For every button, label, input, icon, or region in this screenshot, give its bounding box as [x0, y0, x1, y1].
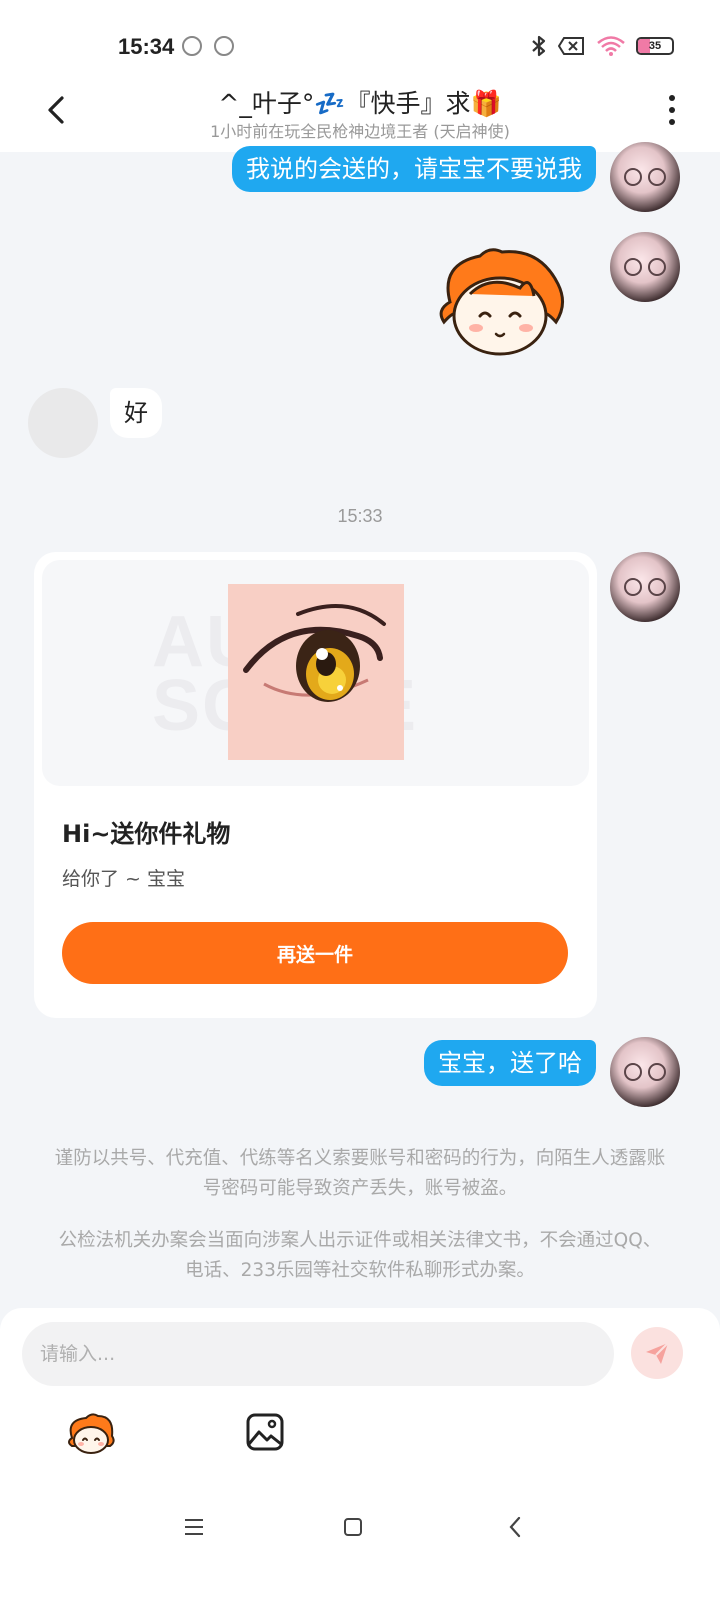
message-timestamp: 15:33: [337, 506, 383, 526]
my-avatar[interactable]: [610, 142, 680, 212]
chat-subtitle: 1小时前在玩全民枪神边境王者 (天启神使): [210, 122, 510, 141]
status-time: 15:34: [118, 34, 175, 59]
bluetooth-icon: [532, 35, 546, 57]
more-options-button[interactable]: [660, 90, 684, 130]
security-notice: 谨防以共号、代充值、代练等名义索要账号和密码的行为，向陌生人透露账号密码可能导致…: [54, 1148, 666, 1199]
message-bubble-received[interactable]: 好: [110, 388, 162, 438]
nav-back-icon[interactable]: [508, 1516, 522, 1538]
gift-image: [228, 584, 404, 760]
system-nav-bar: [0, 1500, 720, 1600]
home-icon[interactable]: [344, 1518, 362, 1536]
send-button[interactable]: [631, 1327, 683, 1379]
status-icons: 35: [530, 34, 674, 58]
send-another-gift-button[interactable]: 再送一件: [62, 922, 568, 984]
gift-card[interactable]: AUDR SCORE Hi~送你件礼物 给你了 ~ 宝宝 再送一件: [34, 552, 597, 1018]
contact-avatar[interactable]: [28, 388, 98, 458]
image-icon[interactable]: [245, 1412, 285, 1452]
notification-icon: [182, 36, 202, 56]
chat-header: ^_叶子°💤『快手』求🎁 1小时前在玩全民枪神边境王者 (天启神使): [0, 80, 720, 152]
my-avatar[interactable]: [610, 1037, 680, 1107]
gift-description: 给你了 ~ 宝宝: [62, 868, 185, 890]
message-input[interactable]: [22, 1322, 614, 1386]
wifi-icon: [597, 36, 625, 56]
security-notice: 公检法机关办案会当面向涉案人出示证件或相关法律文书，不会通过QQ、电话、233乐…: [58, 1230, 662, 1281]
chat-title: ^_叶子°💤『快手』求🎁: [218, 89, 502, 118]
sticker-icon[interactable]: [64, 1412, 116, 1456]
notification-icon: [214, 36, 234, 56]
send-icon: [646, 1342, 669, 1364]
menu-icon[interactable]: [184, 1518, 204, 1536]
message-bubble-sent[interactable]: 宝宝，送了哈: [424, 1040, 596, 1086]
sticker-message[interactable]: [430, 244, 570, 360]
battery-level: 35: [648, 40, 662, 52]
sim-x-icon: [558, 37, 584, 55]
my-avatar[interactable]: [610, 552, 680, 622]
status-bar: 15:34 35: [0, 0, 720, 92]
gift-image-area: AUDR SCORE: [42, 560, 589, 786]
battery-icon: 35: [636, 37, 674, 55]
my-avatar[interactable]: [610, 232, 680, 302]
gift-title: Hi~送你件礼物: [62, 820, 231, 848]
message-bubble-sent[interactable]: 我说的会送的，请宝宝不要说我: [232, 146, 596, 192]
